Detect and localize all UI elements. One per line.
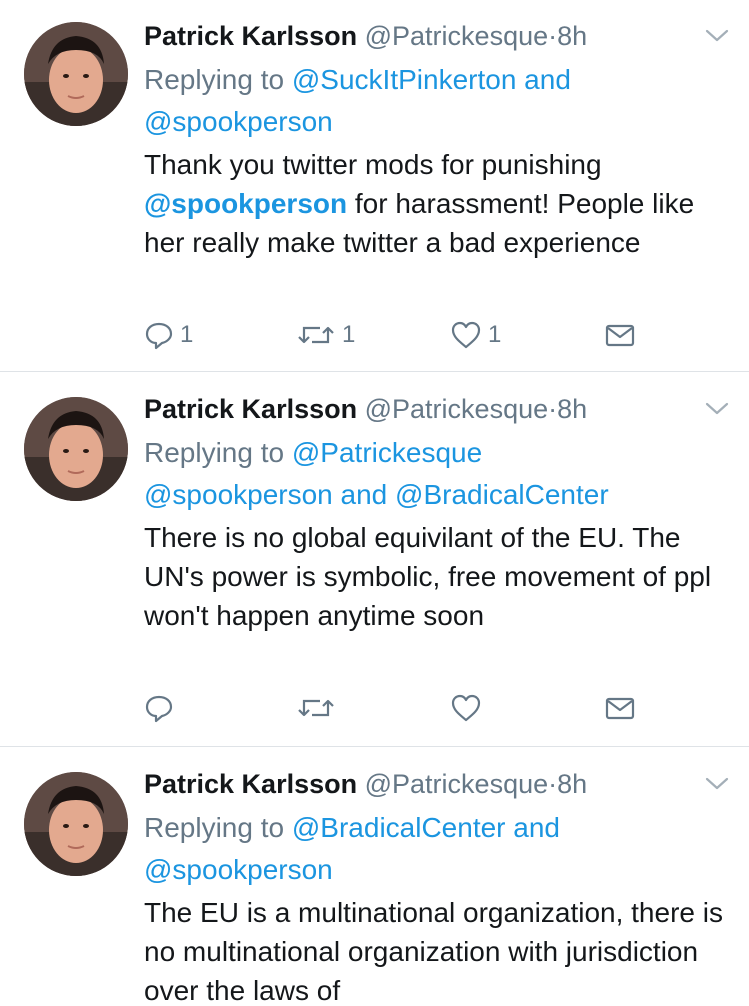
like-count: 1 (488, 321, 502, 348)
chevron-down-icon[interactable] (704, 399, 730, 417)
avatar[interactable] (24, 772, 128, 876)
user-handle[interactable]: @Patrickesque (365, 21, 549, 51)
tweet-header: Patrick Karlsson @Patrickesque·8h (144, 764, 684, 804)
speech-bubble-icon (145, 322, 173, 350)
replying-prefix: Replying to (144, 64, 285, 95)
timestamp[interactable]: 8h (557, 769, 587, 799)
envelope-icon (605, 324, 635, 347)
retweet-count: 1 (342, 321, 356, 348)
retweet-button[interactable] (296, 690, 342, 726)
timestamp[interactable]: 8h (557, 394, 587, 424)
chevron-down-icon[interactable] (704, 26, 730, 44)
replying-link[interactable]: @spookperson and @BradicalCenter (144, 479, 609, 510)
tweet-header: Patrick Karlsson @Patrickesque·8h (144, 16, 684, 56)
replying-to: Replying to @SuckItPinkerton and @spookp… (144, 59, 724, 143)
replying-link[interactable]: @Patrickesque (292, 437, 482, 468)
action-bar: 1 1 1 (144, 317, 664, 353)
tweet-text-start: Thank you twitter mods for punishing (144, 149, 602, 180)
replying-link[interactable]: @BradicalCenter and (292, 812, 560, 843)
direct-message-button[interactable] (604, 690, 636, 726)
tweet-header: Patrick Karlsson @Patrickesque·8h (144, 389, 684, 429)
tweet-text: There is no global equivilant of the EU.… (144, 522, 712, 631)
replying-prefix: Replying to (144, 812, 285, 843)
replying-link[interactable]: @spookperson (144, 854, 333, 885)
display-name[interactable]: Patrick Karlsson (144, 394, 357, 424)
reply-count: 1 (180, 321, 194, 348)
chevron-down-icon[interactable] (704, 774, 730, 792)
tweet-text: The EU is a multinational organization, … (144, 897, 723, 1006)
timestamp[interactable]: 8h (557, 21, 587, 51)
mention-link[interactable]: @spookperson (144, 188, 347, 219)
like-button[interactable]: 1 (450, 317, 501, 353)
display-name[interactable]: Patrick Karlsson (144, 21, 357, 51)
reply-button[interactable]: 1 (144, 317, 193, 353)
replying-link[interactable]: @spookperson (144, 106, 333, 137)
tweet[interactable]: Patrick Karlsson @Patrickesque·8h Replyi… (0, 373, 749, 747)
replying-to: Replying to @Patrickesque @spookperson a… (144, 432, 724, 516)
retweet-arrows-icon (298, 326, 334, 344)
avatar[interactable] (24, 397, 128, 501)
user-handle[interactable]: @Patrickesque (365, 769, 549, 799)
avatar[interactable] (24, 22, 128, 126)
tweet-text: Thank you twitter mods for punishing @sp… (144, 145, 724, 262)
tweet[interactable]: Patrick Karlsson @Patrickesque·8h Replyi… (0, 0, 749, 372)
envelope-icon (605, 697, 635, 720)
retweet-arrows-icon (298, 699, 334, 717)
action-bar (144, 690, 664, 726)
tweet[interactable]: Patrick Karlsson @Patrickesque·8h Replyi… (0, 748, 749, 1006)
direct-message-button[interactable] (604, 317, 636, 353)
heart-icon (451, 694, 481, 722)
replying-link[interactable]: @SuckItPinkerton and (292, 64, 571, 95)
reply-button[interactable] (144, 690, 180, 726)
separator-dot: · (548, 394, 558, 424)
user-handle[interactable]: @Patrickesque (365, 394, 549, 424)
speech-bubble-icon (145, 695, 173, 723)
heart-icon (451, 321, 481, 349)
display-name[interactable]: Patrick Karlsson (144, 769, 357, 799)
replying-prefix: Replying to (144, 437, 285, 468)
separator-dot: · (548, 769, 558, 799)
separator-dot: · (548, 21, 558, 51)
replying-to: Replying to @BradicalCenter and @spookpe… (144, 807, 724, 891)
retweet-button[interactable]: 1 (296, 317, 355, 353)
like-button[interactable] (450, 690, 488, 726)
